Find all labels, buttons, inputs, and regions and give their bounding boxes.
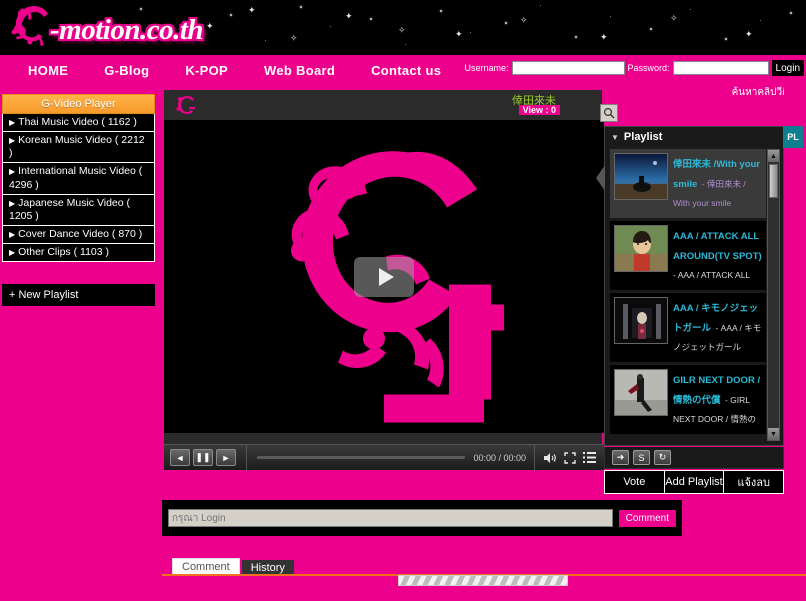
sidebar-item-label: Korean Music Video ( 2212 ) [9, 134, 145, 160]
chevron-right-icon: ▶ [9, 118, 16, 127]
playlist-items: 倖田來未 /With your smile - 倖田來未 / With your… [610, 149, 766, 441]
fullscreen-icon[interactable] [564, 451, 576, 464]
sidebar: G-Video Player ▶ Thai Music Video ( 1162 … [2, 94, 155, 307]
main-navbar: HOME G-Blog K-POP Web Board Contact us U… [0, 55, 806, 85]
chevron-right-icon: ▶ [9, 248, 16, 257]
password-label: Password: [627, 63, 670, 73]
item-desc: - AAA / ATTACK ALL [673, 270, 751, 281]
list-item[interactable]: 倖田來未 /With your smile - 倖田來未 / With your… [610, 149, 766, 218]
loading-progress-bar [398, 575, 568, 586]
chevron-down-icon[interactable]: ▼ [611, 133, 619, 142]
video-stage[interactable] [164, 120, 604, 433]
sidebar-item-label: Thai Music Video ( 1162 ) [18, 116, 137, 128]
playlist-scrollbar[interactable]: ▲ ▼ [767, 149, 780, 441]
site-logo[interactable]: -motion.co.th [4, 2, 204, 52]
sidebar-item-japanese-music-video[interactable]: ▶ Japanese Music Video ( 1205 ) [2, 194, 155, 226]
scrollbar-thumb[interactable] [769, 164, 778, 198]
list-item[interactable]: AAA / ATTACK ALL AROUND(TV SPOT) - AAA /… [610, 221, 766, 290]
login-button[interactable]: Login [771, 60, 804, 76]
item-text: 倖田來未 /With your smile - 倖田來未 / With your… [673, 153, 762, 214]
new-playlist-button[interactable]: + New Playlist [2, 284, 155, 307]
item-title: AAA / ATTACK ALL AROUND(TV SPOT) [673, 231, 762, 262]
list-item[interactable]: GILR NEXT DOOR / 情熱の代償 - GIRL NEXT DOOR … [610, 365, 766, 434]
playlist-header: ▼ Playlist [605, 127, 783, 147]
view-count-badge: View : 0 [518, 105, 560, 115]
playlist-title: Playlist [623, 131, 663, 143]
scroll-up-arrow-icon[interactable]: ▲ [768, 150, 779, 162]
nav-item-k-pop[interactable]: K-POP [167, 63, 246, 78]
comment-submit-button[interactable]: Comment [618, 509, 676, 527]
shuffle-icon[interactable]: S [633, 450, 650, 465]
thumbnail [614, 153, 668, 200]
logo-ornament-icon [4, 2, 56, 52]
username-label: Username: [464, 63, 509, 73]
play-icon [378, 267, 394, 286]
item-text: AAA / ATTACK ALL AROUND(TV SPOT) - AAA /… [673, 225, 762, 286]
password-input[interactable] [672, 61, 769, 75]
player-logo-icon [172, 93, 198, 117]
player-controls: ◄ ❚❚ ► 00:00 / 00:00 [164, 444, 604, 471]
player-right-controls [534, 444, 604, 471]
chevron-right-icon: ▶ [9, 167, 16, 177]
playlist-icon[interactable] [583, 452, 596, 463]
item-text: GILR NEXT DOOR / 情熱の代償 - GIRL NEXT DOOR … [673, 369, 762, 430]
player-header: 倖田來未 View : 0 [164, 90, 602, 120]
pause-button[interactable]: ❚❚ [193, 449, 213, 466]
previous-button[interactable]: ◄ [170, 449, 190, 466]
transport-controls: ◄ ❚❚ ► [164, 449, 236, 466]
logo-wordmark: -motion.co.th [50, 13, 204, 46]
right-pink-rail [784, 85, 806, 601]
seek-area[interactable]: 00:00 / 00:00 [246, 444, 526, 471]
sidebar-item-label: International Music Video ( 4296 ) [9, 165, 143, 191]
comment-bar: Comment [162, 500, 682, 536]
sidebar-item-label: Cover Dance Video ( 870 ) [18, 227, 143, 240]
report-button[interactable]: แจ้งลบ [724, 470, 785, 494]
chevron-right-icon: ▶ [9, 136, 16, 146]
chevron-right-icon: ▶ [9, 198, 16, 208]
sidebar-title: G-Video Player [2, 94, 155, 114]
playlist-search-button[interactable] [600, 104, 618, 122]
volume-icon[interactable] [543, 452, 557, 464]
nav-item-web-board[interactable]: Web Board [246, 63, 353, 78]
list-item[interactable]: AAA / キモノジェットガール - AAA / キモノジェットガール [610, 293, 766, 362]
search-icon [603, 107, 615, 119]
sidebar-item-cover-dance-video[interactable]: ▶ Cover Dance Video ( 870 ) [2, 225, 155, 244]
thumbnail [614, 369, 668, 416]
nav-item-home[interactable]: HOME [10, 63, 86, 78]
login-form: Username: Password: Login [464, 60, 804, 76]
site-banner: ✦ ✦ ✧ ✦ ✧ ✦ ✧ ✦ ✧ ✦ -motion.co.th [0, 0, 806, 55]
sidebar-item-korean-music-video[interactable]: ▶ Korean Music Video ( 2212 ) [2, 132, 155, 164]
video-player-panel: 倖田來未 View : 0 ◄ ❚❚ ► 00:00 / 00:00 [162, 90, 604, 471]
playlist-side-tab[interactable]: PL [783, 126, 803, 148]
vote-button[interactable]: Vote [604, 470, 665, 494]
nav-item-g-blog[interactable]: G-Blog [86, 63, 167, 78]
thumbnail [614, 225, 668, 272]
comment-input[interactable] [168, 509, 613, 527]
action-buttons: Vote Add Playlist แจ้งลบ [604, 470, 785, 494]
playlist-panel: ▼ Playlist 倖田來未 /With your smile - 倖田來未 … [596, 126, 784, 446]
playlist-tool-row: ➜ S ↻ [604, 447, 784, 469]
share-icon[interactable]: ➜ [612, 450, 629, 465]
scroll-down-arrow-icon[interactable]: ▼ [768, 428, 779, 440]
nav-item-contact-us[interactable]: Contact us [353, 63, 459, 78]
thumbnail [614, 297, 668, 344]
username-input[interactable] [511, 61, 625, 75]
item-text: AAA / キモノジェットガール - AAA / キモノジェットガール [673, 297, 762, 358]
next-button[interactable]: ► [216, 449, 236, 466]
play-button-overlay[interactable] [354, 256, 414, 297]
sidebar-item-other-clips[interactable]: ▶ Other Clips ( 1103 ) [2, 244, 155, 263]
seek-slider[interactable] [257, 456, 466, 459]
sidebar-item-thai-music-video[interactable]: ▶ Thai Music Video ( 1162 ) [2, 114, 155, 133]
sidebar-item-label: Other Clips ( 1103 ) [18, 246, 109, 258]
chevron-right-icon: ▶ [9, 229, 16, 239]
repeat-icon[interactable]: ↻ [654, 450, 671, 465]
sidebar-item-international-music-video[interactable]: ▶ International Music Video ( 4296 ) [2, 163, 155, 195]
sidebar-item-label: Japanese Music Video ( 1205 ) [9, 196, 131, 222]
add-playlist-button[interactable]: Add Playlist [664, 470, 725, 494]
time-display: 00:00 / 00:00 [473, 452, 526, 463]
